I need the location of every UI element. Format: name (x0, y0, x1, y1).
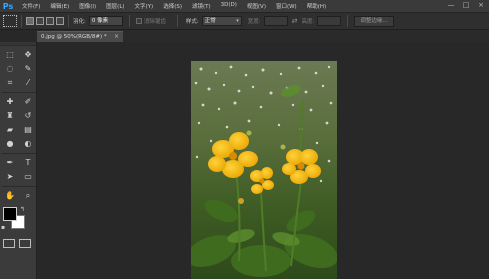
zoom-tool-icon[interactable]: ⌕ (20, 191, 36, 201)
selection-modes (26, 17, 64, 25)
chevron-down-icon: ▾ (236, 18, 239, 24)
swap-colors-icon[interactable]: ↰ (20, 206, 25, 213)
canvas-area[interactable] (37, 42, 489, 279)
document-image[interactable] (191, 61, 337, 279)
height-label: 高度: (301, 19, 315, 25)
rect-marquee-tool-icon[interactable]: ⬚ (2, 50, 18, 60)
menu-layer[interactable]: 图层(L) (106, 2, 124, 10)
gradient-tool-icon[interactable]: ▤ (20, 125, 36, 135)
move-tool-icon[interactable]: ✥ (20, 50, 36, 60)
document-tab-title: 0.jpg @ 50%(RGB/8#) * (41, 34, 107, 40)
divider (176, 15, 178, 27)
minimize-button[interactable]: — (447, 1, 455, 9)
color-swatches: ↰ ▪ (0, 205, 36, 235)
screen-mode-icon[interactable] (19, 239, 31, 248)
path-select-tool-icon[interactable]: ➤ (2, 172, 18, 182)
antialias-label: 消除锯齿 (143, 19, 166, 25)
document-tab-bar: 0.jpg @ 50%(RGB/8#) * × (37, 30, 489, 42)
dodge-tool-icon[interactable]: ◐ (20, 139, 36, 149)
lasso-tool-icon[interactable]: ◌ (2, 64, 18, 74)
options-bar: 羽化: 0 像素 消除锯齿 样式: 正常 ▾ 宽度: ⇄ 高度: 调整边缘... (0, 12, 489, 30)
flower-photo (191, 61, 337, 279)
intersect-selection-mode-button[interactable] (56, 17, 64, 25)
menu-view[interactable]: 视图(V) (247, 2, 266, 10)
antialias-checkbox[interactable] (135, 18, 142, 24)
style-label: 样式: (185, 19, 199, 25)
tool-preset-picker[interactable] (3, 15, 17, 27)
menu-select[interactable]: 选择(S) (163, 2, 182, 10)
new-selection-mode-button[interactable] (26, 17, 34, 25)
style-select-value: 正常 (204, 18, 216, 24)
divider (128, 15, 130, 27)
tool-grid: ⬚ ✥ ◌ ✎ ⌗ ⁄ ✚ ✐ ♜ ↺ ▰ ▤ ● ◐ ✒ T ➤ ▭ ✋ ⌕ (0, 46, 36, 201)
mode-tools (0, 239, 36, 248)
menu-image[interactable]: 图像(I) (79, 2, 96, 10)
divider (21, 15, 22, 27)
subtract-selection-mode-button[interactable] (46, 17, 54, 25)
quick-mask-icon[interactable] (3, 239, 15, 248)
height-input[interactable] (317, 16, 342, 26)
divider (68, 15, 69, 27)
menu-edit[interactable]: 编辑(E) (50, 2, 69, 10)
swap-width-height-icon[interactable]: ⇄ (292, 17, 298, 25)
divider (347, 15, 349, 27)
quick-select-tool-icon[interactable]: ✎ (20, 64, 36, 74)
close-icon[interactable]: × (114, 32, 119, 42)
feather-label: 羽化: (73, 19, 86, 25)
rectangle-tool-icon[interactable]: ▭ (20, 172, 36, 182)
healing-brush-tool-icon[interactable]: ✚ (2, 97, 18, 107)
menu-filter[interactable]: 滤镜(T) (192, 2, 211, 10)
type-tool-icon[interactable]: T (20, 158, 36, 168)
menu-3d[interactable]: 3D(D) (221, 2, 237, 10)
menu-file[interactable]: 文件(F) (22, 2, 40, 10)
photoshop-logo: Ps (2, 1, 14, 11)
divider (2, 92, 36, 93)
refine-edge-button[interactable]: 调整边缘... (354, 15, 394, 27)
divider (2, 186, 36, 187)
hand-tool-icon[interactable]: ✋ (2, 191, 18, 201)
history-brush-tool-icon[interactable]: ↺ (20, 111, 36, 121)
menu-window[interactable]: 窗口(W) (276, 2, 297, 10)
menu-items: 文件(F) 编辑(E) 图像(I) 图层(L) 文字(Y) 选择(S) 滤镜(T… (22, 2, 336, 10)
crop-tool-icon[interactable]: ⌗ (2, 78, 18, 88)
menu-bar: Ps 文件(F) 编辑(E) 图像(I) 图层(L) 文字(Y) 选择(S) 滤… (0, 0, 489, 12)
toolbox: ⬚ ✥ ◌ ✎ ⌗ ⁄ ✚ ✐ ♜ ↺ ▰ ▤ ● ◐ ✒ T ➤ ▭ ✋ ⌕ … (0, 42, 37, 279)
style-select[interactable]: 正常 ▾ (201, 16, 242, 26)
eyedropper-tool-icon[interactable]: ⁄ (20, 78, 36, 88)
width-label: 宽度: (247, 19, 261, 25)
menu-help[interactable]: 帮助(H) (307, 2, 326, 10)
blur-tool-icon[interactable]: ● (2, 139, 18, 149)
menu-type[interactable]: 文字(Y) (135, 2, 154, 10)
maximize-button[interactable]: □ (462, 1, 470, 9)
foreground-color-swatch[interactable] (3, 207, 17, 221)
window-controls: — □ × (447, 1, 485, 9)
divider (2, 153, 36, 154)
feather-input[interactable]: 0 像素 (88, 16, 123, 26)
close-button[interactable]: × (477, 1, 485, 9)
eraser-tool-icon[interactable]: ▰ (2, 125, 18, 135)
document-tab[interactable]: 0.jpg @ 50%(RGB/8#) * × (37, 31, 123, 42)
default-colors-icon[interactable]: ▪ (1, 224, 5, 231)
clone-stamp-tool-icon[interactable]: ♜ (2, 111, 18, 121)
add-selection-mode-button[interactable] (36, 17, 44, 25)
brush-tool-icon[interactable]: ✐ (20, 97, 36, 107)
width-input[interactable] (263, 16, 288, 26)
pen-tool-icon[interactable]: ✒ (2, 158, 18, 168)
